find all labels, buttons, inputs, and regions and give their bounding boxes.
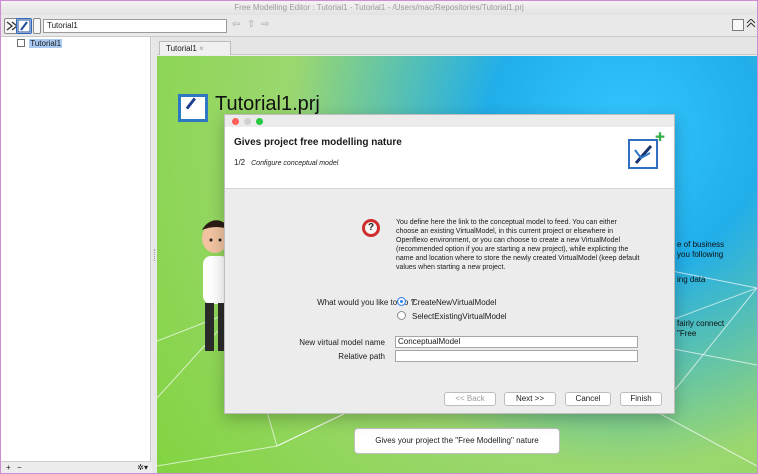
- close-window-icon[interactable]: [232, 118, 239, 125]
- tab-tutorial1[interactable]: Tutorial1 ×: [159, 41, 231, 55]
- window-title: Free Modelling Editor : Tutorial1 - Tuto…: [1, 1, 757, 15]
- dialog-title: Gives project free modelling nature: [234, 137, 402, 148]
- document-icon[interactable]: [33, 18, 41, 34]
- back-button[interactable]: << Back: [444, 392, 496, 406]
- dialog-chrome: [225, 115, 674, 127]
- toolbar: Tutorial1 ⇦ ⇧ ⇨: [1, 15, 757, 37]
- project-icon: [17, 39, 25, 47]
- virtual-model-name-input[interactable]: ConceptualModel: [395, 336, 638, 348]
- gives-nature-button[interactable]: Gives your project the "Free Modelling" …: [354, 428, 560, 454]
- step-number: 1/2: [234, 158, 246, 167]
- dialog-header: Gives project free modelling nature 1/2 C…: [225, 127, 674, 189]
- back-arrow-icon[interactable]: ⇦: [232, 19, 240, 30]
- finish-button[interactable]: Finish: [620, 392, 662, 406]
- partial-text-2: you following: [677, 250, 724, 259]
- remove-button[interactable]: −: [17, 462, 22, 474]
- toggle-view-icon[interactable]: [732, 19, 744, 31]
- settings-menu-button[interactable]: ✲▾: [137, 462, 148, 474]
- minimize-window-icon[interactable]: [244, 118, 251, 125]
- question-label: What would you like to do ?: [317, 298, 415, 307]
- partial-text-4: fairly connect: [677, 319, 725, 328]
- free-modelling-icon[interactable]: [16, 18, 32, 34]
- create-new-option[interactable]: CreateNewVirtualModel: [397, 297, 496, 307]
- partial-text-1: e of business: [677, 240, 725, 249]
- tree-footer: + − ✲▾: [1, 461, 151, 473]
- editor-tabbar: Tutorial1 ×: [157, 37, 757, 55]
- tree-item-tutorial1[interactable]: Tutorial1: [17, 39, 63, 49]
- radio-selected-icon: [397, 297, 406, 306]
- option-label: SelectExistingVirtualModel: [412, 312, 507, 321]
- project-tree: Tutorial1 + − ✲▾: [1, 37, 151, 473]
- wizard-step: 1/2 Configure conceptual model: [234, 158, 338, 167]
- project-selector[interactable]: Tutorial1: [43, 19, 227, 33]
- next-button[interactable]: Next >>: [504, 392, 556, 406]
- expand-icon[interactable]: [746, 18, 758, 31]
- new-virtual-model-icon: [628, 130, 665, 169]
- add-button[interactable]: +: [6, 462, 11, 474]
- tree-label: Tutorial1: [29, 39, 63, 48]
- up-arrow-icon[interactable]: ⇧: [247, 19, 255, 30]
- radio-empty-icon: [397, 311, 406, 320]
- wizard-description: You define here the link to the conceptu…: [396, 219, 640, 271]
- tab-label: Tutorial1: [166, 44, 197, 53]
- zoom-window-icon[interactable]: [256, 118, 263, 125]
- free-modelling-logo-icon: [178, 94, 208, 122]
- step-description: Configure conceptual model: [251, 160, 339, 167]
- name-label: New virtual model name: [299, 338, 385, 347]
- forward-arrow-icon[interactable]: ⇨: [261, 19, 269, 30]
- help-icon: ?: [362, 219, 380, 237]
- partial-text-5: "Free: [677, 329, 697, 338]
- relative-path-input[interactable]: [395, 350, 638, 362]
- path-label: Relative path: [338, 352, 385, 361]
- cancel-button[interactable]: Cancel: [565, 392, 611, 406]
- select-existing-option[interactable]: SelectExistingVirtualModel: [397, 311, 507, 321]
- splitter-grip: [154, 249, 156, 261]
- wizard-dialog: Gives project free modelling nature 1/2 C…: [224, 114, 675, 414]
- app-window: Free Modelling Editor : Tutorial1 - Tuto…: [0, 0, 758, 474]
- partial-text-3: ing data: [677, 275, 706, 284]
- option-label: CreateNewVirtualModel: [412, 298, 497, 307]
- editor-title: Tutorial1.prj: [215, 93, 320, 115]
- close-icon[interactable]: ×: [199, 44, 204, 53]
